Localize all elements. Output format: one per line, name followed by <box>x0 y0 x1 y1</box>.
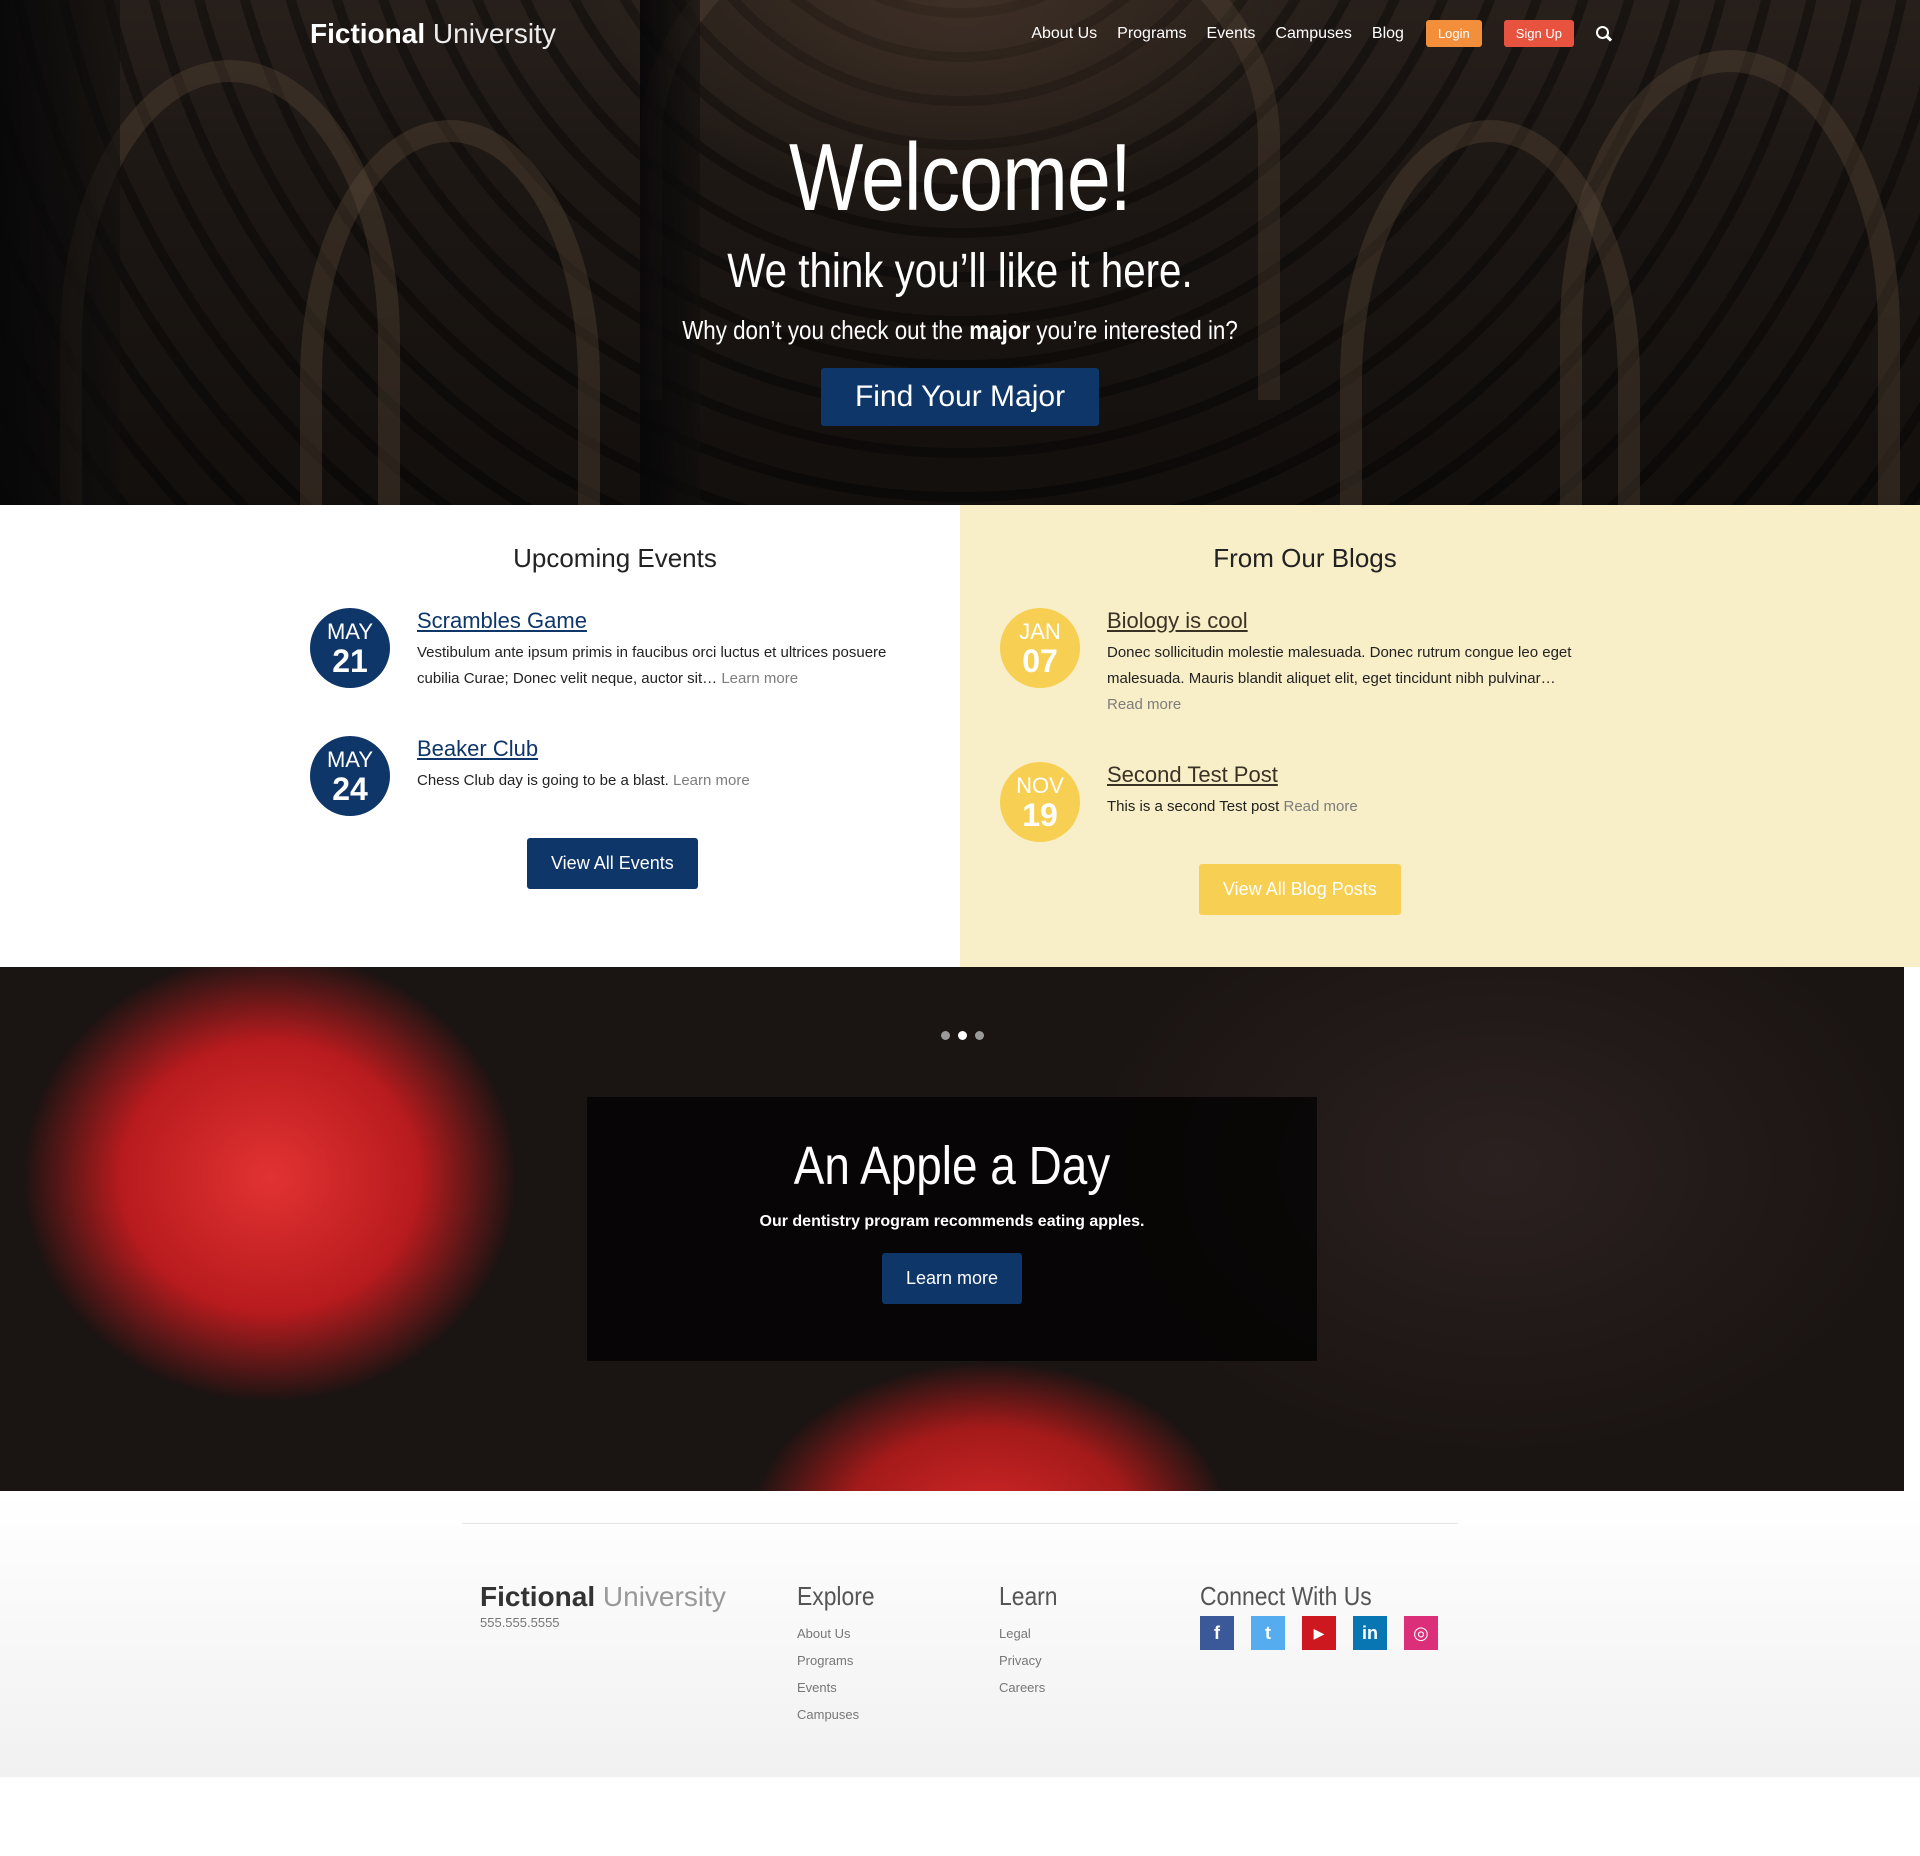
nav-campuses[interactable]: Campuses <box>1275 25 1351 43</box>
blog-title-link[interactable]: Biology is cool <box>1107 608 1248 634</box>
upcoming-events-column: Upcoming Events MAY 21 Scrambles Game Ve… <box>0 505 960 967</box>
event-excerpt: Chess Club day is going to be a blast. L… <box>417 772 750 789</box>
event-learn-more-link[interactable]: Learn more <box>721 670 798 687</box>
site-logo[interactable]: Fictional University <box>310 18 556 50</box>
hero-tagline: Why don’t you check out the major you’re… <box>682 315 1238 345</box>
footer-phone[interactable]: 555.555.5555 <box>480 1615 560 1630</box>
blog-title-link[interactable]: Second Test Post <box>1107 762 1278 788</box>
view-all-events-button[interactable]: View All Events <box>527 838 698 889</box>
nav-events[interactable]: Events <box>1207 25 1256 43</box>
social-links: f t ▶ in ◎ <box>1200 1616 1455 1650</box>
event-excerpt: Vestibulum ante ipsum primis in faucibus… <box>417 644 887 687</box>
footer-explore-heading: Explore <box>797 1581 875 1611</box>
events-blogs-section: Upcoming Events MAY 21 Scrambles Game Ve… <box>0 505 1920 967</box>
signup-button[interactable]: Sign Up <box>1503 20 1574 47</box>
instagram-icon[interactable]: ◎ <box>1404 1616 1438 1650</box>
site-header: Fictional University About Us Programs E… <box>0 0 1920 72</box>
blog-read-more-link[interactable]: Read more <box>1107 696 1181 713</box>
main-nav: About Us Programs Events Campuses Blog L… <box>1011 20 1612 47</box>
footer-learn-column: Learn Legal Privacy Careers <box>999 1581 1066 1695</box>
blog-excerpt: This is a second Test post Read more <box>1107 798 1358 815</box>
event-title-link[interactable]: Beaker Club <box>417 736 538 762</box>
search-icon[interactable] <box>1596 25 1612 42</box>
footer-connect-column: Connect With Us <box>1200 1581 1395 1612</box>
slide-title: An Apple a Day <box>793 1136 1111 1196</box>
event-date-badge[interactable]: MAY 24 <box>310 736 390 816</box>
slider-pagination <box>937 1031 988 1040</box>
footer-link-campuses[interactable]: Campuses <box>797 1707 885 1722</box>
slide-caption: An Apple a Day Our dentistry program rec… <box>587 1097 1317 1361</box>
footer-link-about-us[interactable]: About Us <box>797 1626 885 1641</box>
from-our-blogs-column: From Our Blogs JAN 07 Biology is cool Do… <box>960 505 1920 967</box>
twitter-icon[interactable]: t <box>1251 1616 1285 1650</box>
slider-dot-active[interactable] <box>958 1031 967 1040</box>
blog-excerpt: Donec sollicitudin molestie malesuada. D… <box>1107 644 1572 713</box>
blogs-heading: From Our Blogs <box>1213 543 1397 573</box>
hero-banner: Fictional University About Us Programs E… <box>0 0 1920 505</box>
nav-programs[interactable]: Programs <box>1117 25 1186 43</box>
slider-dot[interactable] <box>975 1031 984 1040</box>
login-button[interactable]: Login <box>1425 20 1482 47</box>
slide-text: Our dentistry program recommends eating … <box>759 1213 1145 1230</box>
footer-explore-column: Explore About Us Programs Events Campuse… <box>797 1581 885 1722</box>
blog-read-more-link[interactable]: Read more <box>1283 798 1357 815</box>
blog-date-badge[interactable]: JAN 07 <box>1000 608 1080 688</box>
footer-divider <box>462 1523 1458 1524</box>
event-learn-more-link[interactable]: Learn more <box>673 772 750 789</box>
events-heading: Upcoming Events <box>513 543 717 573</box>
hero-subtitle: We think you’ll like it here. <box>727 245 1193 298</box>
footer-link-programs[interactable]: Programs <box>797 1653 885 1668</box>
event-date-badge[interactable]: MAY 21 <box>310 608 390 688</box>
site-footer: Fictional University 555.555.5555 Explor… <box>0 1491 1920 1777</box>
footer-learn-heading: Learn <box>999 1581 1058 1611</box>
nav-blog[interactable]: Blog <box>1372 25 1404 43</box>
footer-link-privacy[interactable]: Privacy <box>999 1653 1066 1668</box>
footer-connect-heading: Connect With Us <box>1200 1581 1372 1611</box>
footer-logo[interactable]: Fictional University <box>480 1581 726 1613</box>
view-all-blog-posts-button[interactable]: View All Blog Posts <box>1199 864 1401 915</box>
blog-date-badge[interactable]: NOV 19 <box>1000 762 1080 842</box>
linkedin-icon[interactable]: in <box>1353 1616 1387 1650</box>
hero-title: Welcome! <box>789 124 1132 231</box>
footer-link-events[interactable]: Events <box>797 1680 885 1695</box>
hero-slider: An Apple a Day Our dentistry program rec… <box>0 967 1904 1491</box>
youtube-icon[interactable]: ▶ <box>1302 1616 1336 1650</box>
find-your-major-button[interactable]: Find Your Major <box>820 368 1100 426</box>
hero-content: Welcome! We think you’ll like it here. W… <box>0 130 1920 426</box>
footer-link-legal[interactable]: Legal <box>999 1626 1066 1641</box>
slide-learn-more-button[interactable]: Learn more <box>881 1253 1023 1304</box>
facebook-icon[interactable]: f <box>1200 1616 1234 1650</box>
nav-about-us[interactable]: About Us <box>1031 25 1097 43</box>
slider-dot[interactable] <box>941 1031 950 1040</box>
event-title-link[interactable]: Scrambles Game <box>417 608 587 634</box>
footer-link-careers[interactable]: Careers <box>999 1680 1066 1695</box>
